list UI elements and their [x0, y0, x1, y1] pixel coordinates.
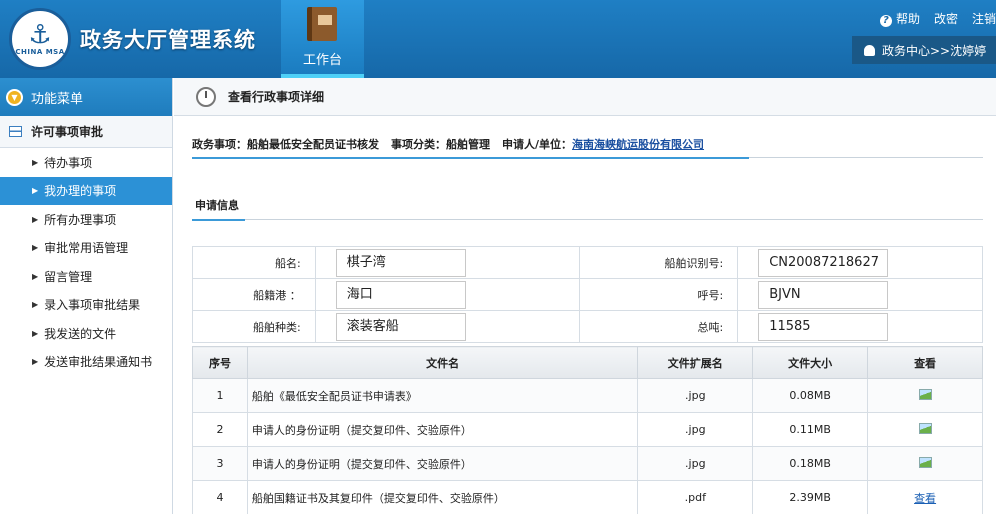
help-link[interactable]: ? 帮助 — [879, 10, 920, 27]
image-preview-icon[interactable] — [918, 456, 932, 468]
port-field[interactable]: 海口 — [335, 280, 466, 309]
col-header-view: 查看 — [867, 346, 983, 379]
top-links: ? 帮助 改密 注销 — [866, 10, 996, 27]
image-preview-icon[interactable] — [918, 388, 932, 400]
port-label: 船籍港 ： — [192, 278, 316, 311]
sidebar-item-send-notice[interactable]: ▶ 发送审批结果通知书 — [0, 348, 172, 377]
ship-type-field[interactable]: 滚装客船 — [335, 312, 466, 341]
callsign-label: 呼号: — [578, 278, 739, 311]
col-header-size: 文件大小 — [752, 346, 869, 379]
applicant-link[interactable]: 海南海峡航运股份有限公司 — [572, 136, 704, 152]
category-value: 船舶管理 — [446, 137, 490, 151]
table-row: 4 船舶国籍证书及其复印件（提交复印件、交验原件） .pdf 2.39MB 查看 — [192, 480, 983, 514]
col-header-name: 文件名 — [246, 346, 639, 379]
help-icon: ? — [879, 15, 892, 27]
tab-application-info[interactable]: 申请信息 — [195, 199, 239, 212]
matter-value: 船舶最低安全配员证书核发 — [247, 137, 379, 151]
triangle-right-icon: ▶ — [32, 243, 39, 253]
workbench-label: 工作台 — [302, 53, 342, 68]
triangle-right-icon: ▶ — [32, 157, 39, 167]
sidebar-item-my-handled[interactable]: ▶ 我办理的事项 — [0, 176, 172, 205]
sidebar-item-enter-results[interactable]: ▶ 录入事项审批结果 — [0, 291, 172, 320]
user-path: 政务中心>>沈婷婷 — [882, 43, 987, 58]
sidebar-item-sent-files[interactable]: ▶ 我发送的文件 — [0, 319, 172, 348]
table-row: 3 申请人的身份证明（提交复印件、交验原件） .jpg 0.18MB — [192, 446, 983, 481]
tab-underline — [192, 219, 245, 221]
breadcrumb: 查看行政事项详细 — [174, 78, 996, 116]
user-icon — [864, 44, 875, 56]
ship-info-form: 船名: 棋子湾 船舶识别号: CN20087218627 船籍港 ： 海口 呼号… — [192, 246, 983, 343]
files-table: 序号 文件名 文件扩展名 文件大小 查看 1 船舶《最低安全配员证书申请表》 .… — [192, 346, 983, 514]
sidebar-item-all-handled[interactable]: ▶ 所有办理事项 — [0, 205, 172, 234]
app-header: ⚓ CHINA MSA 政务大厅管理系统 工作台 ? 帮助 改密 注销 政务中心>… — [0, 0, 996, 78]
tonnage-field[interactable]: 11585 — [758, 312, 889, 341]
function-menu-header[interactable]: ▼ 功能菜单 — [0, 78, 172, 116]
workbench-tab[interactable]: 工作台 — [281, 0, 364, 78]
ship-name-field[interactable]: 棋子湾 — [335, 248, 466, 277]
triangle-right-icon: ▶ — [32, 328, 39, 338]
col-header-ext: 文件扩展名 — [637, 346, 754, 379]
table-row: 1 船舶《最低安全配员证书申请表》 .jpg 0.08MB — [192, 378, 983, 413]
sidebar: ▼ 功能菜单 许可事项审批 ▶ 待办事项 ▶ 我办理的事项 ▶ 所有办理事项 ▶ 审批常… — [0, 78, 173, 514]
logout-link[interactable]: 注销 — [972, 10, 996, 27]
triangle-right-icon: ▶ — [32, 271, 39, 281]
msa-logo: ⚓ CHINA MSA — [9, 8, 71, 70]
ship-id-label: 船舶识别号: — [578, 246, 739, 279]
chevron-down-icon: ▼ — [6, 88, 23, 106]
ship-type-label: 船舶种类: — [192, 310, 316, 343]
user-bar: 政务中心>>沈婷婷 — [852, 36, 996, 64]
clock-icon — [196, 86, 216, 107]
sidebar-group-license-approval[interactable]: 许可事项审批 — [0, 116, 172, 148]
image-preview-icon[interactable] — [918, 422, 932, 434]
col-header-no: 序号 — [192, 346, 248, 379]
triangle-right-icon: ▶ — [32, 300, 39, 310]
system-title: 政务大厅管理系统 — [80, 28, 256, 52]
triangle-right-icon: ▶ — [32, 186, 39, 196]
tonnage-label: 总吨: — [578, 310, 739, 343]
page-title: 查看行政事项详细 — [228, 90, 325, 104]
sidebar-item-todo[interactable]: ▶ 待办事项 — [0, 148, 172, 177]
triangle-right-icon: ▶ — [32, 214, 39, 224]
tab-bar: 申请信息 — [192, 192, 983, 221]
info-underline — [192, 157, 749, 159]
ship-id-field[interactable]: CN20087218627 — [758, 248, 889, 277]
ship-name-label: 船名: — [192, 246, 316, 279]
table-header-row: 序号 文件名 文件扩展名 文件大小 查看 — [192, 346, 983, 379]
table-row: 2 申请人的身份证明（提交复印件、交验原件） .jpg 0.11MB — [192, 412, 983, 447]
list-icon — [9, 126, 22, 137]
main-content: 查看行政事项详细 政务事项： 船舶最低安全配员证书核发 事项分类： 船舶管理 申… — [174, 78, 996, 514]
anchor-icon: ⚓ — [28, 20, 52, 50]
matter-info: 政务事项： 船舶最低安全配员证书核发 事项分类： 船舶管理 申请人/单位： 海南… — [192, 130, 983, 159]
sidebar-item-messages[interactable]: ▶ 留言管理 — [0, 262, 172, 291]
callsign-field[interactable]: BJVN — [758, 280, 889, 309]
book-icon — [307, 7, 337, 41]
view-file-link[interactable]: 查看 — [914, 492, 936, 505]
change-password-link[interactable]: 改密 — [934, 10, 958, 27]
triangle-right-icon: ▶ — [32, 357, 39, 367]
sidebar-item-phrases[interactable]: ▶ 审批常用语管理 — [0, 234, 172, 263]
